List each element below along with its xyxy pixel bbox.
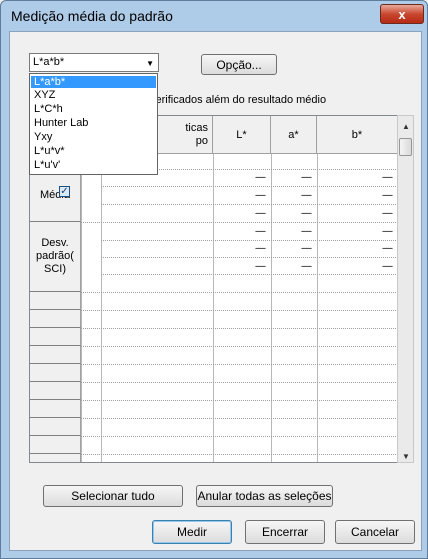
cell-L: ----- [255,261,266,271]
row-line [81,382,397,383]
column-divider [317,154,318,462]
colorspace-selected-value: L*a*b* [33,56,65,68]
scroll-up-icon[interactable]: ▲ [402,122,410,131]
header-text-2: po [195,134,208,147]
caption-text: verificados além do resultado médio [150,94,327,106]
row-header [30,436,81,454]
cell-L: ----- [255,226,266,236]
chevron-down-icon: ▼ [146,59,154,68]
row-line [101,240,397,241]
row-header-desv: Desv. padrão( SCI) [30,222,81,292]
cell-a: ----- [301,172,312,182]
scroll-thumb[interactable] [399,138,412,156]
scroll-down-icon[interactable]: ▼ [402,452,410,461]
row-line [81,418,397,419]
cell-a: ----- [301,190,312,200]
select-all-button[interactable]: Selecionar tudo [43,485,183,507]
row-header [30,454,81,462]
cell-L: ----- [255,208,266,218]
row-line [101,274,397,275]
column-divider [101,154,102,462]
window-title: Medição média do padrão [11,8,173,24]
cell-b: ----- [382,172,393,182]
check-icon: ✓ [60,186,69,197]
cell-b: ----- [382,208,393,218]
column-divider [81,154,82,462]
colorspace-option[interactable]: L*C*h [31,103,156,115]
colorspace-option[interactable]: Yxy [31,131,156,143]
row-header-media: Média [30,169,81,222]
measure-button[interactable]: Medir [152,520,232,544]
clear-all-button[interactable]: Anular todas as seleções [196,485,333,507]
row-header [30,292,81,310]
cell-b: ----- [382,226,393,236]
row-header [30,310,81,328]
colorspace-option[interactable]: L*a*b* [31,76,156,88]
colorspace-option[interactable]: L*u*v* [31,145,156,157]
colorspace-option[interactable]: L*u'v' [31,159,156,171]
row-header [30,328,81,346]
cell-L: ----- [255,243,266,253]
header-b: b* [317,116,397,154]
row-header [30,382,81,400]
vertical-scrollbar[interactable]: ▲ ▼ [397,115,414,463]
column-divider [213,154,214,462]
row-line [81,454,397,455]
cell-L: ----- [255,190,266,200]
row-line [81,346,397,347]
cell-a: ----- [301,226,312,236]
cell-a: ----- [301,208,312,218]
colorspace-option[interactable]: Hunter Lab [31,117,156,129]
cell-a: ----- [301,261,312,271]
row-header [30,346,81,364]
row-line [81,222,397,223]
row-line [81,364,397,365]
row-header [30,364,81,382]
header-L: L* [213,116,271,154]
row-header [30,418,81,436]
option-button[interactable]: Opção... [201,54,277,75]
cell-b: ----- [382,261,393,271]
close-icon: x [398,6,406,22]
cell-b: ----- [382,190,393,200]
colorspace-dropdown-list: L*a*b* XYZ L*C*h Hunter Lab Yxy L*u*v* L… [29,73,158,175]
row-line [101,204,397,205]
row-line [81,400,397,401]
row-line [101,186,397,187]
close-button[interactable]: Encerrar [245,520,325,544]
row-line [81,328,397,329]
cancel-button[interactable]: Cancelar [335,520,415,544]
media-checkbox[interactable]: ✓ [59,186,70,197]
colorspace-select[interactable]: L*a*b* ▼ [29,53,159,72]
cell-L: ----- [255,172,266,182]
row-line [81,436,397,437]
row-line [101,257,397,258]
column-divider [271,154,272,462]
header-text-1: ticas [185,121,208,134]
cell-a: ----- [301,243,312,253]
header-a: a* [271,116,317,154]
colorspace-option[interactable]: XYZ [31,89,156,101]
cell-b: ----- [382,243,393,253]
title-bar: Medição média do padrão x [1,1,427,31]
row-header [30,400,81,418]
close-window-button[interactable]: x [380,4,424,24]
row-line [81,292,397,293]
row-line [81,310,397,311]
